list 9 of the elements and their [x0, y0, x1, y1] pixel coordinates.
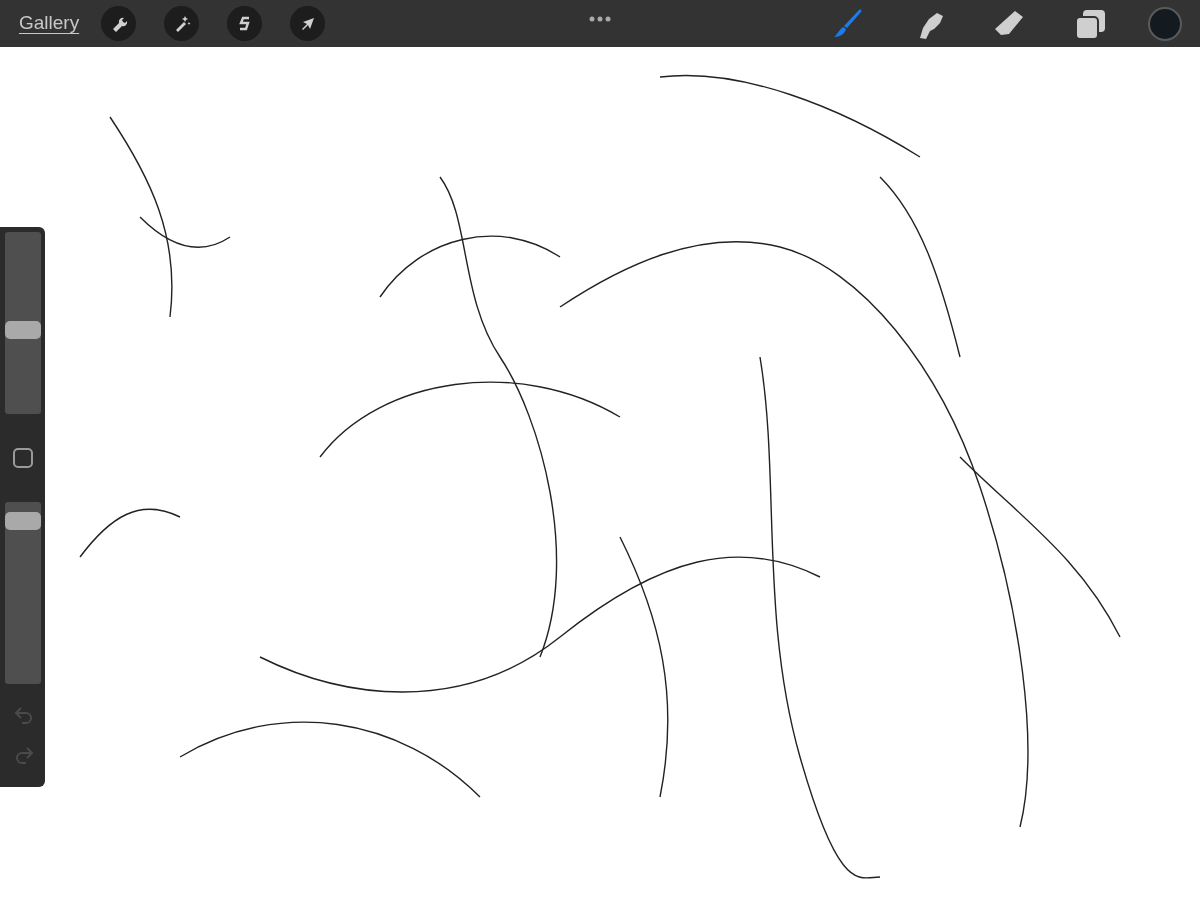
- arrow-button[interactable]: [290, 6, 326, 41]
- modify-button[interactable]: [13, 448, 33, 468]
- gallery-link[interactable]: Gallery: [19, 9, 80, 38]
- magic-wand-button[interactable]: [164, 6, 200, 41]
- brush-size-slider[interactable]: [5, 232, 41, 414]
- wrench-button[interactable]: [101, 6, 137, 41]
- color-swatch[interactable]: [1148, 6, 1182, 41]
- selection-button[interactable]: [227, 6, 263, 41]
- opacity-slider[interactable]: [5, 502, 41, 684]
